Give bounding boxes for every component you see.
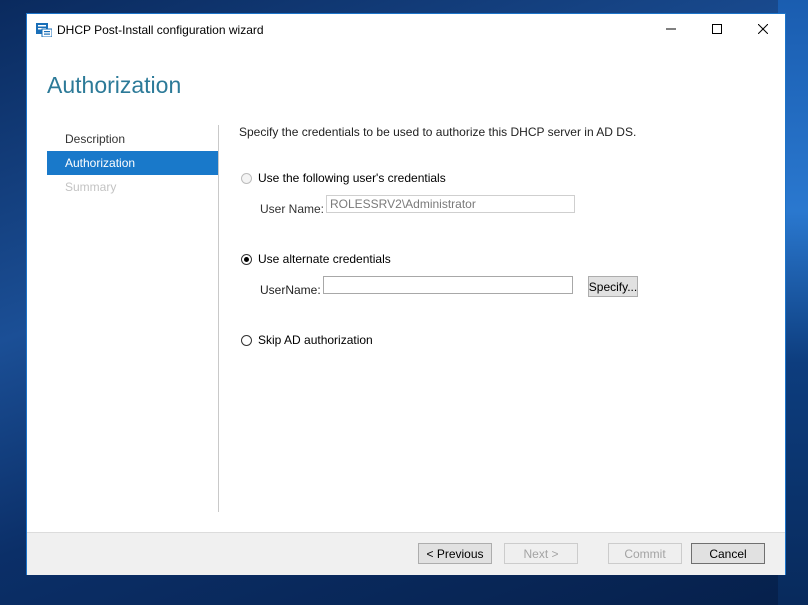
username-label: User Name: (260, 202, 325, 216)
radio-current-user-label: Use the following user's credentials (258, 171, 446, 185)
maximize-icon (712, 23, 722, 37)
maximize-button[interactable] (694, 14, 740, 46)
radio-skip-authorization[interactable] (241, 334, 252, 346)
wizard-nav: Description Authorization Summary (47, 127, 218, 199)
page-title: Authorization (47, 72, 182, 98)
radio-current-user[interactable] (241, 172, 252, 184)
window-title: DHCP Post-Install configuration wizard (57, 23, 264, 37)
close-icon (757, 23, 769, 37)
radio-alternate-credentials[interactable] (241, 253, 252, 265)
radio-alternate-row: Use alternate credentials (241, 252, 391, 266)
title-bar[interactable]: DHCP Post-Install configuration wizard (27, 14, 785, 46)
radio-skip-row: Skip AD authorization (241, 333, 373, 347)
server-manager-icon (36, 23, 53, 38)
cancel-button[interactable]: Cancel (691, 543, 765, 564)
minimize-icon (666, 23, 676, 37)
previous-button[interactable]: < Previous (418, 543, 492, 564)
nav-item-authorization[interactable]: Authorization (47, 151, 218, 175)
minimize-button[interactable] (648, 14, 694, 46)
specify-button[interactable]: Specify... (588, 276, 638, 297)
username-field-readonly: ROLESSRV2\Administrator (326, 195, 575, 213)
radio-current-user-row: Use the following user's credentials (241, 171, 446, 185)
nav-item-summary: Summary (65, 180, 117, 194)
wizard-footer: < Previous Next > Commit Cancel (27, 532, 785, 575)
next-button[interactable]: Next > (504, 543, 578, 564)
wizard-window: DHCP Post-Install configuration wizard A… (26, 13, 786, 575)
instruction-text: Specify the credentials to be used to au… (239, 125, 637, 139)
commit-button[interactable]: Commit (608, 543, 682, 564)
nav-divider (218, 125, 219, 512)
close-button[interactable] (740, 14, 786, 46)
radio-alternate-label: Use alternate credentials (258, 252, 391, 266)
nav-item-description[interactable]: Description (47, 127, 218, 151)
radio-skip-label: Skip AD authorization (258, 333, 373, 347)
alternate-username-label: UserName: (260, 283, 321, 297)
alternate-username-input[interactable] (323, 276, 573, 294)
